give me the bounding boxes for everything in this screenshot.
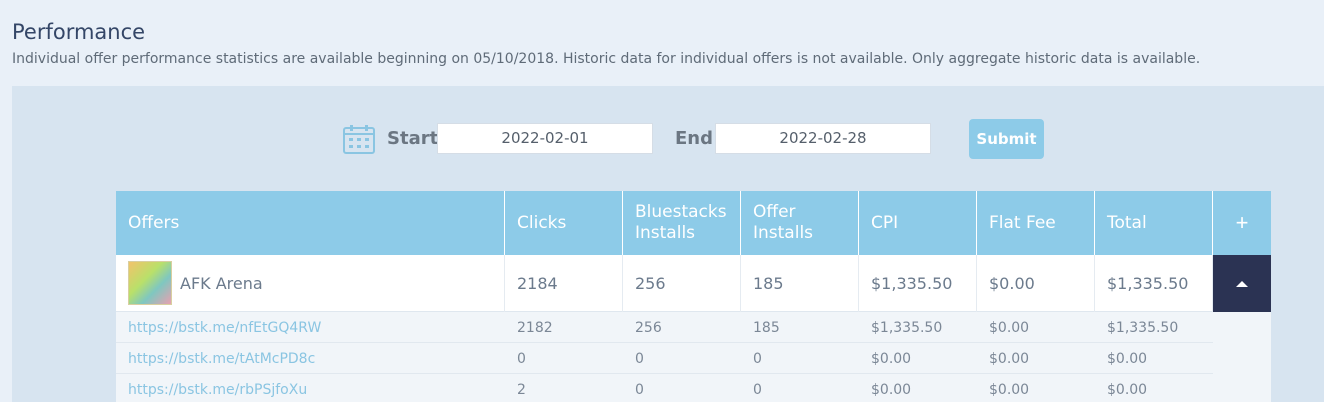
offer-installs-value: 0 bbox=[753, 350, 762, 367]
page-description: Individual offer performance statistics … bbox=[12, 51, 1201, 67]
flat-fee-value: $0.00 bbox=[989, 381, 1030, 398]
end-date-input[interactable]: 2022-02-28 bbox=[715, 123, 931, 154]
collapse-row-button[interactable] bbox=[1213, 255, 1271, 312]
tracking-link[interactable]: https://bstk.me/tAtMcPD8c bbox=[116, 343, 505, 374]
submit-button[interactable]: Submit bbox=[969, 119, 1044, 159]
start-date-input[interactable]: 2022-02-01 bbox=[437, 123, 653, 154]
link-row: https://bstk.me/tAtMcPD8c 0 0 0 $0.00 $0… bbox=[116, 343, 1213, 374]
tracking-link[interactable]: https://bstk.me/rbPSjfoXu bbox=[116, 374, 505, 402]
offer-row[interactable]: AFK Arena 2184 256 185 $1,335.50 $0.00 $… bbox=[116, 255, 1213, 312]
total-value: $0.00 bbox=[1107, 350, 1148, 367]
col-flat-fee: Flat Fee bbox=[977, 191, 1095, 255]
page-title: Performance bbox=[12, 20, 146, 44]
col-bluestacks-installs: Bluestacks Installs bbox=[623, 191, 741, 255]
tracking-link[interactable]: https://bstk.me/nfEtGQ4RW bbox=[116, 312, 505, 343]
cpi-value: $0.00 bbox=[871, 381, 912, 398]
calendar-icon[interactable] bbox=[342, 124, 376, 154]
cpi-value: $0.00 bbox=[871, 350, 912, 367]
date-range-bar: Start 2022-02-01 End 2022-02-28 Submit bbox=[0, 119, 1324, 159]
offer-name: AFK Arena bbox=[180, 274, 263, 293]
performance-table: Offers Clicks Bluestacks Installs Offer … bbox=[116, 191, 1271, 402]
col-offer-installs: Offer Installs bbox=[741, 191, 859, 255]
expand-all-button[interactable]: + bbox=[1213, 191, 1271, 255]
chevron-up-icon bbox=[1236, 280, 1248, 287]
clicks-value: 2 bbox=[517, 381, 526, 398]
link-row: https://bstk.me/nfEtGQ4RW 2182 256 185 $… bbox=[116, 312, 1213, 343]
total-value: $1,335.50 bbox=[1095, 255, 1213, 312]
bluestacks-installs-value: 0 bbox=[635, 350, 644, 367]
link-row: https://bstk.me/rbPSjfoXu 2 0 0 $0.00 $0… bbox=[116, 374, 1213, 402]
flat-fee-value: $0.00 bbox=[989, 350, 1030, 367]
bluestacks-installs-value: 256 bbox=[623, 255, 741, 312]
start-label: Start bbox=[387, 128, 439, 149]
flat-fee-value: $0.00 bbox=[989, 319, 1030, 336]
offer-thumbnail bbox=[128, 261, 172, 305]
offer-installs-value: 185 bbox=[753, 319, 780, 336]
total-value: $1,335.50 bbox=[1107, 319, 1179, 336]
flat-fee-value: $0.00 bbox=[977, 255, 1095, 312]
bluestacks-installs-value: 0 bbox=[635, 381, 644, 398]
clicks-value: 0 bbox=[517, 350, 526, 367]
col-clicks: Clicks bbox=[505, 191, 623, 255]
clicks-value: 2184 bbox=[505, 255, 623, 312]
offer-installs-value: 0 bbox=[753, 381, 762, 398]
table-header: Offers Clicks Bluestacks Installs Offer … bbox=[116, 191, 1271, 255]
bluestacks-installs-value: 256 bbox=[635, 319, 662, 336]
cpi-value: $1,335.50 bbox=[871, 319, 943, 336]
col-offers: Offers bbox=[116, 191, 505, 255]
clicks-value: 2182 bbox=[517, 319, 553, 336]
col-cpi: CPI bbox=[859, 191, 977, 255]
offer-installs-value: 185 bbox=[741, 255, 859, 312]
end-label: End bbox=[675, 128, 713, 149]
offer-cell: AFK Arena bbox=[116, 255, 505, 312]
col-total: Total bbox=[1095, 191, 1213, 255]
total-value: $0.00 bbox=[1107, 381, 1148, 398]
cpi-value: $1,335.50 bbox=[859, 255, 977, 312]
